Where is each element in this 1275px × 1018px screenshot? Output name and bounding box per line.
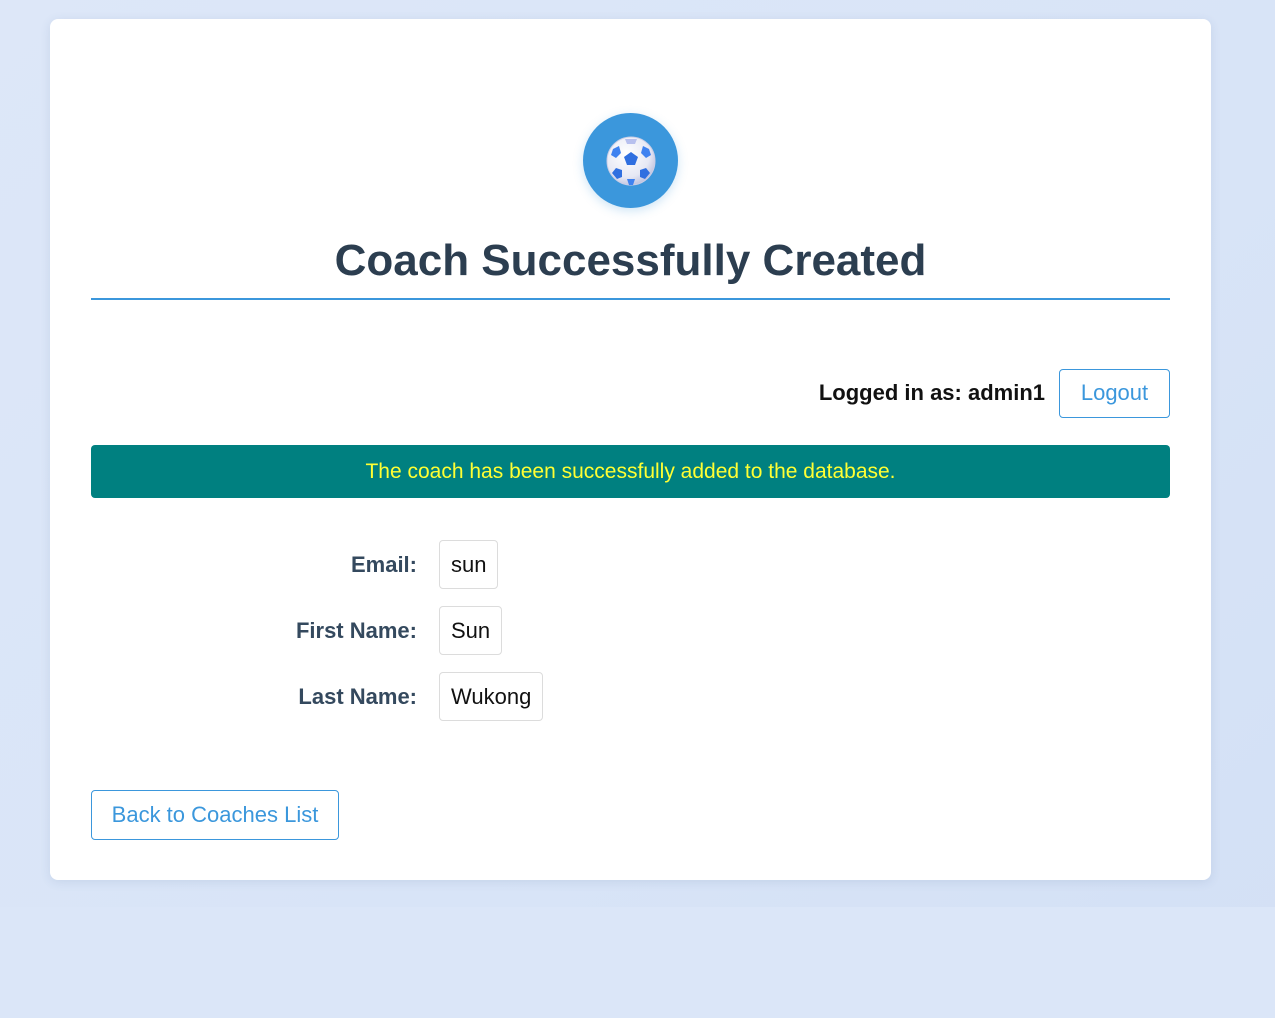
detail-row-last-name: Last Name: Wukong xyxy=(91,672,544,721)
success-message: The coach has been successfully added to… xyxy=(365,459,896,483)
last-name-value: Wukong xyxy=(439,672,544,721)
detail-row-first-name: First Name: Sun xyxy=(91,606,503,655)
email-value: sun xyxy=(439,540,499,589)
page-background-band xyxy=(0,907,1275,1018)
first-name-label: First Name: xyxy=(295,617,417,643)
logged-in-label: Logged in as: admin1 xyxy=(818,380,1045,405)
page-title: Coach Successfully Created xyxy=(334,236,927,285)
user-session-bar: Logged in as: admin1 Logout xyxy=(818,368,1170,418)
first-name-value: Sun xyxy=(439,606,503,655)
last-name-label: Last Name: xyxy=(298,683,417,709)
soccer-ball-icon xyxy=(606,136,655,185)
success-alert: The coach has been successfully added to… xyxy=(91,445,1170,498)
logo-badge xyxy=(583,113,678,208)
logout-button[interactable]: Logout xyxy=(1059,368,1170,418)
email-label: Email: xyxy=(350,551,417,577)
title-divider xyxy=(91,298,1170,300)
main-card: Coach Successfully Created Logged in as:… xyxy=(50,19,1211,880)
back-to-coaches-list-button[interactable]: Back to Coaches List xyxy=(91,790,339,840)
detail-row-email: Email: sun xyxy=(91,540,499,589)
